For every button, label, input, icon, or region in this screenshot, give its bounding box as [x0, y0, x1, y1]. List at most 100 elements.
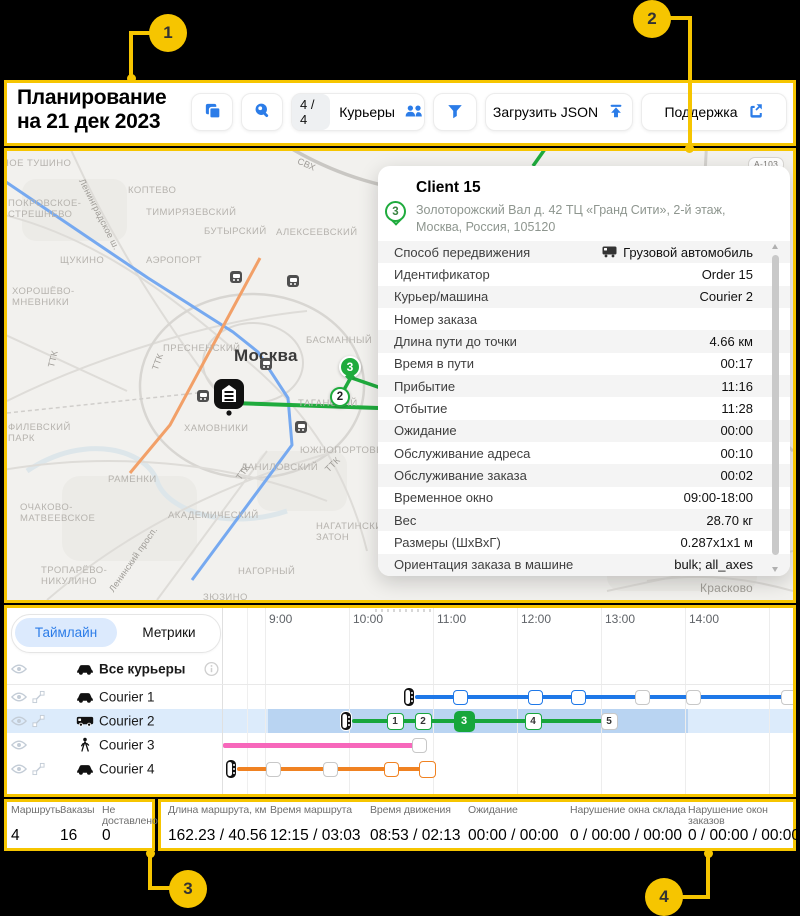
scroll-down-icon[interactable]: [772, 567, 778, 572]
stat-label: Время движения: [370, 805, 451, 816]
eye-icon[interactable]: [11, 764, 27, 775]
popup-table-row: Вес28.70 кг: [378, 509, 790, 531]
eye-icon[interactable]: [11, 740, 27, 751]
popup-table-row: Временное окно09:00-18:00: [378, 487, 790, 509]
support-button[interactable]: Поддержка: [641, 93, 787, 131]
filter-icon: [446, 102, 464, 123]
couriers-button[interactable]: 4 / 4 Курьеры: [291, 93, 425, 131]
map-stop-marker-2[interactable]: 2: [330, 387, 350, 407]
page-title: Планирование на 21 дек 2023: [17, 86, 195, 134]
popup-row-value-text: Courier 2: [700, 289, 753, 304]
courier2-stop-1[interactable]: 1: [387, 713, 404, 730]
popup-row-value-text: 28.70 кг: [706, 513, 753, 528]
timeline-row-courier-1[interactable]: Courier 1: [7, 685, 222, 709]
eye-icon[interactable]: [11, 692, 27, 703]
car-icon: [75, 763, 95, 775]
popup-row-label: Временное окно: [394, 490, 493, 505]
timeline-gridline: [601, 608, 602, 794]
timeline-gridline: [222, 608, 223, 794]
couriers-count-badge: 4 / 4: [292, 94, 330, 130]
courier1-route-bar[interactable]: [415, 695, 786, 699]
map-label: Красково: [700, 583, 753, 594]
info-icon[interactable]: [204, 662, 219, 677]
row-label: Courier 1: [99, 690, 155, 705]
timeline-section: 9:0010:0011:0012:0013:0014:00 Таймлайн М…: [4, 605, 796, 797]
panel-drag-handle[interactable]: [375, 609, 431, 612]
popup-table-row: Способ передвиженияГрузовой автомобиль: [378, 241, 790, 263]
stat-label: Заказы: [60, 805, 95, 816]
copy-plan-button[interactable]: [191, 93, 233, 131]
truck-icon: [75, 715, 95, 728]
stat-маршруты: Маршруты4: [11, 805, 63, 816]
timeline-hour-label: 11:00: [437, 612, 466, 626]
row-label-all-couriers: Все курьеры: [99, 662, 185, 677]
courier1-stop[interactable]: [528, 690, 543, 705]
popup-table-row: Обслуживание адреса00:10: [378, 442, 790, 464]
map-label: ФИЛЕВСКИЙ ПАРК: [8, 422, 86, 444]
tab-metrics[interactable]: Метрики: [121, 618, 217, 647]
stat-длина-маршрута-км: Длина маршрута, км162.23 / 40.56: [168, 805, 266, 816]
courier1-stop[interactable]: [781, 690, 796, 705]
timeline-row-courier-4[interactable]: Courier 4: [7, 757, 222, 781]
map-stop-marker-3[interactable]: 3: [339, 356, 361, 378]
map-label: КОПТЕВО: [128, 185, 176, 196]
popup-row-value-text: 00:10: [720, 446, 753, 461]
edit-route-icon[interactable]: [32, 715, 45, 728]
popup-scrollbar[interactable]: [772, 244, 779, 572]
metro-station-icon: [197, 390, 209, 402]
edit-route-icon[interactable]: [32, 763, 45, 776]
scrollbar-thumb[interactable]: [772, 255, 779, 555]
edit-route-icon[interactable]: [32, 691, 45, 704]
map-label: АЭРОПОРТ: [146, 255, 202, 266]
courier2-stop-4[interactable]: 4: [525, 713, 542, 730]
popup-table-row: ИдентификаторOrder 15: [378, 263, 790, 285]
timeline-row-courier-3[interactable]: Courier 3: [7, 733, 222, 757]
popup-row-label: Ожидание: [394, 423, 457, 438]
timeline-row-all-couriers[interactable]: Все курьеры: [7, 655, 222, 683]
popup-row-value-text: Order 15: [702, 267, 753, 282]
courier4-stop[interactable]: [266, 762, 281, 777]
scroll-up-icon[interactable]: [772, 244, 778, 249]
popup-row-label: Длина пути до точки: [394, 334, 517, 349]
map-label: ХОРОШЁВО-МНЕВНИКИ: [12, 286, 96, 308]
courier3-stop[interactable]: [412, 738, 427, 753]
courier2-stop-5[interactable]: 5: [601, 713, 618, 730]
courier2-stop-2[interactable]: 2: [415, 713, 432, 730]
filter-button[interactable]: [433, 93, 477, 131]
popup-stop-marker: 3: [385, 201, 406, 222]
metro-station-icon: [260, 358, 272, 370]
stat-label: Ожидание: [468, 805, 518, 816]
load-json-button[interactable]: Загрузить JSON: [485, 93, 633, 131]
courier1-stop[interactable]: [453, 690, 468, 705]
courier4-stop[interactable]: [419, 761, 436, 778]
tab-timeline[interactable]: Таймлайн: [15, 618, 117, 647]
courier2-stop-3-selected[interactable]: 3: [454, 711, 475, 732]
popup-row-label: Ориентация заказа в машине: [394, 557, 573, 572]
map-section[interactable]: НОЕ ТУШИНОПОКРОВСКОЕ-СТРЕШНЕВОКОПТЕВОТИМ…: [4, 148, 796, 603]
timeline-row-courier-2[interactable]: Courier 2: [7, 709, 222, 733]
metro-station-icon: [287, 275, 299, 287]
popup-row-value: 11:28: [721, 401, 753, 416]
stat-value: 0: [102, 827, 111, 845]
courier3-route-bar[interactable]: [223, 743, 414, 748]
map-canvas[interactable]: НОЕ ТУШИНОПОКРОВСКОЕ-СТРЕШНЕВОКОПТЕВОТИМ…: [7, 151, 793, 600]
eye-icon[interactable]: [11, 664, 27, 675]
toolbar-buttons: 4 / 4 Курьеры Загрузить JSON Поддержка: [191, 93, 787, 131]
popup-row-label: Время в пути: [394, 356, 474, 371]
courier1-stop[interactable]: [635, 690, 650, 705]
timeline-hour-label: 14:00: [689, 612, 719, 626]
courier1-stop[interactable]: [571, 690, 586, 705]
map-label: АЛЕКСЕЕВСКИЙ: [276, 227, 358, 238]
stat-нарушение-окна-склада: Нарушение окна склада0 / 00:00 / 00:00: [570, 805, 686, 816]
courier4-stop[interactable]: [323, 762, 338, 777]
depot-marker-icon[interactable]: [213, 378, 245, 421]
popup-row-value-text: 00:02: [720, 468, 753, 483]
popup-row-value: 00:02: [720, 468, 753, 483]
stat-value: 4: [11, 827, 20, 845]
search-button[interactable]: [241, 93, 283, 131]
stat-value: 0 / 00:00 / 00:00: [570, 827, 682, 845]
eye-icon[interactable]: [11, 716, 27, 727]
search-icon: [253, 101, 272, 123]
courier1-stop[interactable]: [686, 690, 701, 705]
courier4-stop[interactable]: [384, 762, 399, 777]
